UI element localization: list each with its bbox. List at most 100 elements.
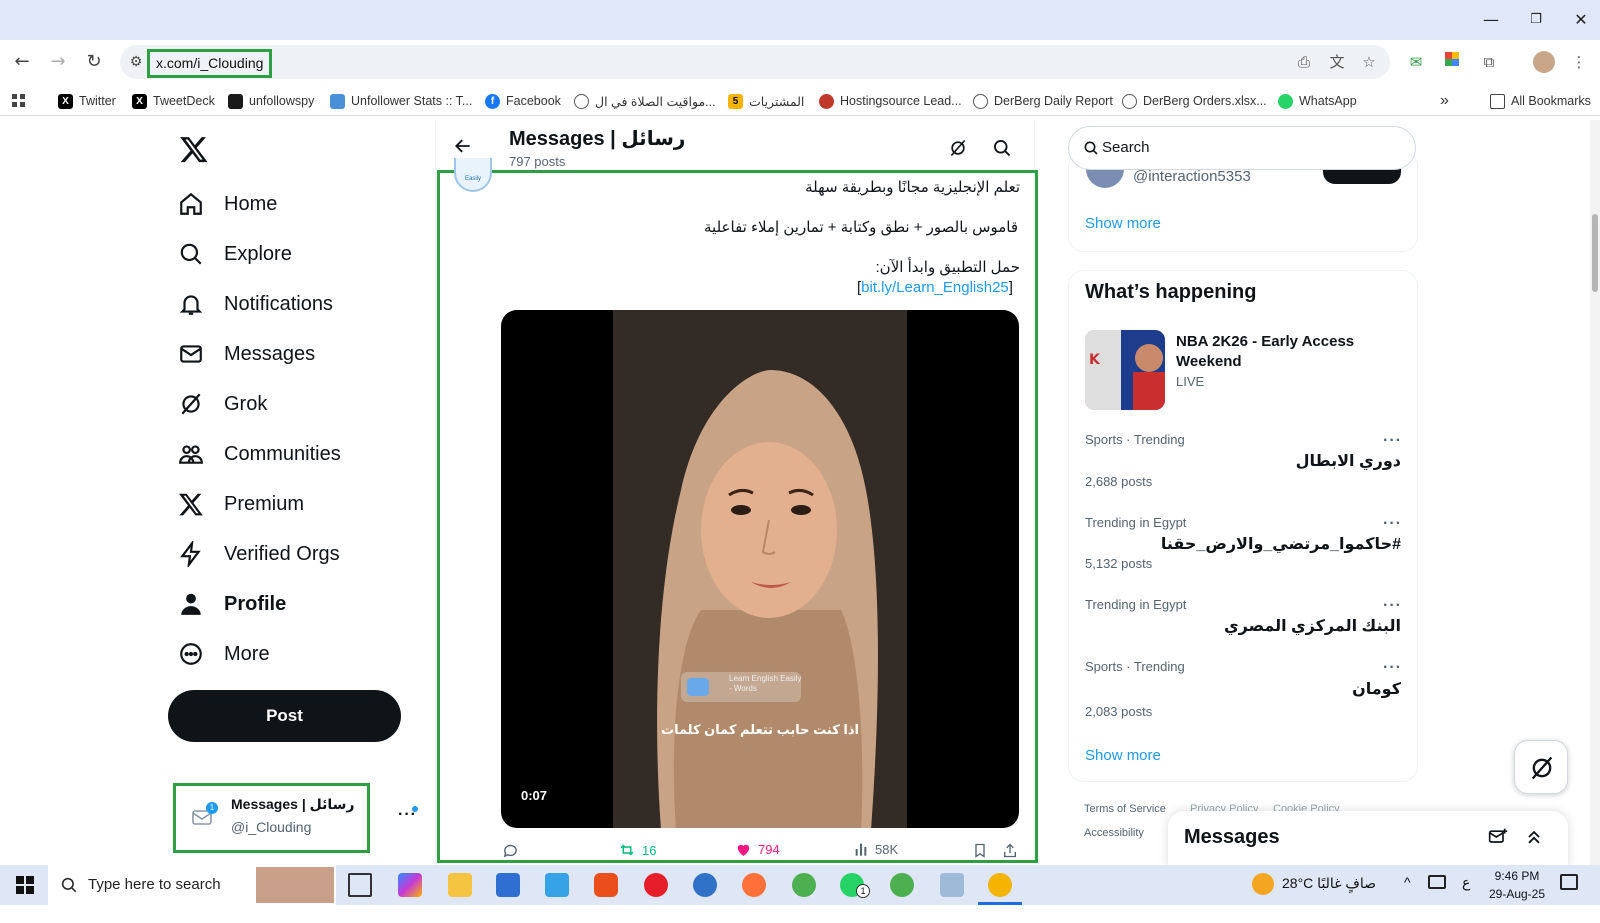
svg-text:K: K <box>1089 352 1101 368</box>
repost-button[interactable]: 16 <box>618 841 656 859</box>
extensions-puzzle-icon[interactable]: ⧉ <box>1478 51 1500 73</box>
app-icon-4[interactable] <box>940 873 964 897</box>
copilot-icon[interactable] <box>398 873 422 897</box>
app-icon-2[interactable] <box>545 873 569 897</box>
trend-4-more-icon[interactable]: ··· <box>1383 659 1402 677</box>
show-more-trends[interactable]: Show more <box>1085 747 1161 764</box>
bookmark-button[interactable] <box>972 842 988 864</box>
scrollbar-thumb[interactable] <box>1592 214 1598 292</box>
network-icon[interactable] <box>1428 875 1446 889</box>
site-settings-icon[interactable]: ⚙ <box>124 50 148 74</box>
tray-chevron-icon[interactable]: ^ <box>1404 874 1411 890</box>
chrome-profile-icon[interactable] <box>890 873 914 897</box>
profile-avatar-icon[interactable] <box>1533 51 1555 73</box>
opera-icon[interactable] <box>644 873 668 897</box>
nav-premium[interactable]: Premium <box>178 484 304 524</box>
bookmark-purchases[interactable]: 5 المشتريات <box>728 92 804 110</box>
chrome-icon[interactable] <box>792 873 816 897</box>
nav-verified-orgs[interactable]: Verified Orgs <box>178 534 340 574</box>
post-button[interactable]: Post <box>168 690 401 742</box>
nba-thumbnail[interactable]: K <box>1085 330 1165 410</box>
nav-profile[interactable]: Profile <box>178 584 286 624</box>
back-icon[interactable]: ← <box>10 50 34 74</box>
bookmark-unfollower-stats[interactable]: Unfollower Stats :: T... <box>330 92 472 110</box>
bookmark-twitter[interactable]: X Twitter <box>58 92 116 110</box>
search-box[interactable]: Search <box>1068 126 1416 170</box>
nav-more[interactable]: More <box>178 634 270 674</box>
featured-trend-title[interactable]: NBA 2K26 - Early Access Weekend <box>1176 332 1376 372</box>
bookmark-derberg-daily[interactable]: DerBerg Daily Report <box>973 92 1113 110</box>
file-explorer-icon[interactable] <box>448 873 472 897</box>
trend-3-more-icon[interactable]: ··· <box>1383 597 1402 615</box>
brave-icon[interactable] <box>594 873 618 897</box>
address-bar[interactable] <box>120 45 1390 79</box>
trend-3-title[interactable]: البنك المركزي المصري <box>1224 616 1401 636</box>
grok-float-button[interactable] <box>1514 740 1568 794</box>
clock[interactable]: 9:46 PM 29-Aug-25 <box>1487 867 1547 903</box>
messages-drawer[interactable]: Messages <box>1168 811 1568 867</box>
trend-2-title[interactable]: #حاكموا_مرتضي_والارض_حقنا <box>1161 534 1401 554</box>
bookmark-whatsapp[interactable]: WhatsApp <box>1278 92 1357 110</box>
chrome-active-icon[interactable] <box>988 873 1012 897</box>
page-scrollbar[interactable] <box>1590 120 1600 865</box>
nav-grok[interactable]: Grok <box>178 384 267 424</box>
notification-center-icon[interactable] <box>1560 874 1578 890</box>
trend-2-more-icon[interactable]: ··· <box>1383 515 1402 533</box>
minimize-icon[interactable]: — <box>1476 8 1506 32</box>
bookmark-tweetdeck[interactable]: X TweetDeck <box>132 92 215 110</box>
nav-home[interactable]: Home <box>178 184 277 224</box>
forward-icon[interactable]: → <box>46 50 70 74</box>
windows-start-icon[interactable] <box>16 876 34 899</box>
search-icon[interactable] <box>992 138 1012 163</box>
install-app-icon[interactable]: ⎙ <box>1293 51 1315 73</box>
terms-link[interactable]: Terms of Service <box>1084 803 1166 815</box>
new-message-icon[interactable] <box>1488 827 1508 847</box>
trend-1-more-icon[interactable]: ··· <box>1383 432 1402 450</box>
all-bookmarks[interactable]: All Bookmarks <box>1490 92 1591 110</box>
x-home-logo-icon[interactable] <box>179 134 209 169</box>
trend-3-meta: Trending in Egypt <box>1085 597 1187 612</box>
bookmark-facebook[interactable]: f Facebook <box>485 92 561 110</box>
nav-explore[interactable]: Explore <box>178 234 292 274</box>
nav-communities[interactable]: Communities <box>178 434 341 474</box>
translate-icon[interactable]: 文 <box>1326 51 1348 73</box>
like-button[interactable]: 794 <box>735 841 780 858</box>
bookmark-hostingsource[interactable]: Hostingsource Lead... <box>819 92 962 110</box>
bookmark-derberg-orders[interactable]: DerBerg Orders.xlsx... <box>1122 92 1267 110</box>
expand-chevrons-icon[interactable] <box>1524 827 1544 847</box>
app-icon-1[interactable] <box>496 873 520 897</box>
weather-text[interactable]: 28°C صافٍ غالبًا <box>1282 875 1376 892</box>
trend-1-title[interactable]: دوري الابطال <box>1296 451 1401 471</box>
apps-grid-icon[interactable] <box>12 92 26 110</box>
reload-icon[interactable]: ↻ <box>82 50 106 74</box>
task-view-icon[interactable] <box>348 873 372 897</box>
url-text[interactable]: x.com/i_Clouding <box>147 49 273 78</box>
restore-icon[interactable]: ❐ <box>1521 8 1551 32</box>
cookie-link[interactable]: Cookie Policy <box>1273 803 1340 811</box>
reply-button[interactable] <box>502 842 519 864</box>
nav-notifications[interactable]: Notifications <box>178 284 333 324</box>
tweet-link[interactable]: bit.ly/Learn_English25 <box>861 279 1009 296</box>
nav-messages[interactable]: Messages <box>178 334 315 374</box>
accessibility-link[interactable]: Accessibility <box>1084 827 1144 839</box>
taskbar-search[interactable]: Type here to search <box>48 865 336 905</box>
bookmarks-overflow-icon[interactable]: » <box>1440 92 1449 110</box>
app-icon-3[interactable] <box>693 873 717 897</box>
grok-icon[interactable] <box>948 138 968 163</box>
trend-4-title[interactable]: كومان <box>1352 679 1401 699</box>
bookmark-unfollowspy[interactable]: unfollowspy <box>228 92 314 110</box>
show-more-follow[interactable]: Show more <box>1085 215 1161 232</box>
bookmark-prayer-times[interactable]: مواقيت الصلاة في ال... <box>574 92 716 110</box>
views-button[interactable]: 58K <box>853 841 898 857</box>
tweet-video[interactable]: Learn English Easily - Words اذا كنت حاب… <box>501 310 1019 828</box>
kebab-menu-icon[interactable]: ⋮ <box>1568 51 1590 73</box>
close-icon[interactable]: ✕ <box>1566 8 1596 32</box>
input-language[interactable]: ع <box>1462 874 1470 891</box>
firefox-icon[interactable] <box>742 873 766 897</box>
account-switcher[interactable]: 1 Messages | رسائل @i_Clouding <box>173 783 370 853</box>
bookmark-star-icon[interactable]: ☆ <box>1358 51 1380 73</box>
privacy-link[interactable]: Privacy Policy <box>1190 803 1258 811</box>
extension-mail-icon[interactable]: ✉ <box>1405 51 1427 73</box>
share-button[interactable] <box>1002 842 1018 864</box>
extension-color-icon[interactable] <box>1441 51 1463 73</box>
